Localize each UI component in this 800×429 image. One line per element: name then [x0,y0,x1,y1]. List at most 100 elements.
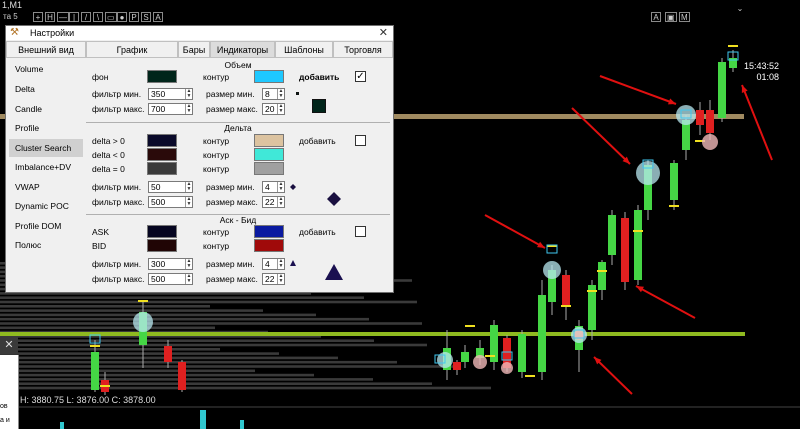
field-value: 4 [265,182,270,192]
dialog-titlebar[interactable]: ⚒ Настройки ✕ [6,26,393,40]
toolbar-right-button[interactable]: M [679,12,690,22]
volume-size-min-field[interactable]: 8 ▲ ▼ [262,88,285,100]
tab-trading[interactable]: Торговля [333,41,393,58]
toolbar-right-button[interactable]: A [651,12,661,22]
toolbar-button[interactable]: P [129,12,139,22]
spinner-arrows-icon[interactable]: ▲ ▼ [277,104,284,114]
indicator-item-profile[interactable]: Profile [9,119,83,137]
askbid-filter-min-field[interactable]: 300 ▲ ▼ [148,258,193,270]
volume-add-checkbox[interactable]: ✓ [355,71,366,82]
min-triangle-preview-icon [290,260,296,266]
delta-zero-color[interactable] [147,162,177,175]
indicator-item-vwap[interactable]: VWAP [9,178,83,196]
spinner-arrows-icon[interactable]: ▲ ▼ [185,197,192,207]
toolbar-button[interactable]: A [153,12,163,22]
outline-label: контур [203,164,230,174]
toolbar-button[interactable]: \ [93,12,103,22]
delta-filter-max-field[interactable]: 500 ▲ ▼ [148,196,193,208]
bid-color[interactable] [147,239,177,252]
volume-size-max-field[interactable]: 20 ▲ ▼ [262,103,285,115]
toolbar-button[interactable]: / [81,12,91,22]
indicator-item-polus[interactable]: Полюс [9,236,83,254]
tab-bars[interactable]: Бары [178,41,210,58]
outline-label: контур [203,72,230,82]
highlight-tick [100,385,110,387]
volume-profile-bar [0,348,220,351]
volume-profile-bar [0,373,314,377]
toolbar-button[interactable]: — [57,12,69,22]
tab-templates[interactable]: Шаблоны [275,41,333,58]
ohlc-readout: 8.75 H: 3880.75 L: 3876.00 C: 3878.00 [0,395,156,405]
tab-appearance[interactable]: Внешний вид [6,41,86,58]
bull-candle [518,334,526,372]
spinner-arrows-icon[interactable]: ▲ ▼ [277,89,284,99]
spinner-arrows-icon[interactable]: ▲ ▼ [185,259,192,269]
close-panel-button[interactable]: ✕ [0,336,18,354]
toolbar-button[interactable]: + [33,12,43,22]
spinner-arrows-icon[interactable]: ▲ ▼ [185,89,192,99]
indicator-item-profile-dom[interactable]: Profile DOM [9,217,83,235]
cluster-circle [676,105,696,125]
volume-filter-max-field[interactable]: 700 ▲ ▼ [148,103,193,115]
spinner-arrows-icon[interactable]: ▲ ▼ [277,259,284,269]
delta-size-min-field[interactable]: 4 ▲ ▼ [262,181,285,193]
askbid-size-min-field[interactable]: 4 ▲ ▼ [262,258,285,270]
spinner-arrows-icon[interactable]: ▲ ▼ [185,182,192,192]
spinner-arrows-icon[interactable]: ▲ ▼ [277,197,284,207]
filter-max-label: фильтр макс. [92,197,145,207]
toolbar-button[interactable]: S [141,12,151,22]
volume-profile-bar [0,322,422,325]
size-max-label: размер макс. [206,197,258,207]
ask-outline-color[interactable] [254,225,284,238]
delta-pos-color[interactable] [147,134,177,147]
delta-neg-color[interactable] [147,148,177,161]
spinner-arrows-icon[interactable]: ▲ ▼ [185,104,192,114]
askbid-add-checkbox[interactable] [355,226,366,237]
toolbar-right-button[interactable]: ▣ [665,12,677,22]
chevron-down-icon[interactable]: ⌄ [735,4,745,14]
toolbar-button[interactable]: ▭ [105,12,117,22]
dialog-close-button[interactable]: ✕ [379,26,388,39]
cluster-search-settings: Объем фон контур добавить ✓ фильтр мин. … [86,60,390,290]
tab-chart[interactable]: График [86,41,178,58]
delta-pos-outline-color[interactable] [254,134,284,147]
spinner-arrows-icon[interactable]: ▲ ▼ [277,182,284,192]
ask-color[interactable] [147,225,177,238]
delta-neg-outline-color[interactable] [254,148,284,161]
delta-size-max-field[interactable]: 22 ▲ ▼ [262,196,285,208]
indicator-item-volume[interactable]: Volume [9,60,83,78]
bid-outline-color[interactable] [254,239,284,252]
spinner-arrows-icon[interactable]: ▲ ▼ [277,274,284,284]
size-min-label: размер мин. [206,259,255,269]
indicator-item-imbalance-dv[interactable]: Imbalance+DV [9,158,83,176]
highlight-tick [597,270,607,272]
spinner-arrows-icon[interactable]: ▲ ▼ [185,274,192,284]
indicator-item-cluster-search[interactable]: Cluster Search [9,139,83,157]
volume-bg-color[interactable] [147,70,177,83]
tab-indicators[interactable]: Индикаторы [210,41,275,58]
volume-filter-min-field[interactable]: 350 ▲ ▼ [148,88,193,100]
askbid-size-max-field[interactable]: 22 ▲ ▼ [262,273,285,285]
highlight-tick [138,300,148,302]
field-value: 350 [151,89,166,99]
max-square-preview-icon [312,99,326,113]
delta-zero-outline-color[interactable] [254,162,284,175]
toolbar-button[interactable]: ● [117,12,127,22]
subchart-histogram-bar [240,420,244,429]
indicator-item-delta[interactable]: Delta [9,80,83,98]
indicator-item-candle[interactable]: Candle [9,100,83,118]
field-value: 700 [151,104,166,114]
annotation-arrowhead [741,85,748,93]
bull-candle [91,352,99,390]
min-diamond-preview-icon [290,184,296,190]
toolbar-button[interactable]: | [69,12,79,22]
volume-outline-color[interactable] [254,70,284,83]
delta-filter-min-field[interactable]: 50 ▲ ▼ [148,181,193,193]
askbid-filter-max-field[interactable]: 500 ▲ ▼ [148,273,193,285]
indicator-item-dynamic-poc[interactable]: Dynamic POC [9,197,83,215]
delta-add-checkbox[interactable] [355,135,366,146]
field-value: 500 [151,197,166,207]
volume-profile-bar [0,378,373,381]
dialog-tabs: Внешний вид График Бары Индикаторы Шабло… [6,41,393,58]
toolbar-button[interactable]: H [45,12,55,22]
